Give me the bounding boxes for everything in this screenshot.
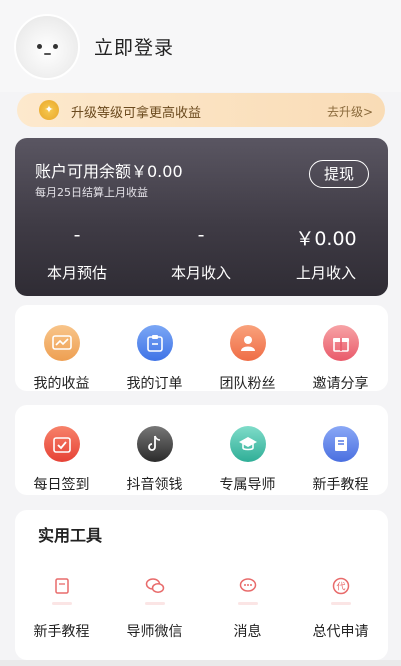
- tool-item-tutorial[interactable]: 新手教程: [15, 573, 108, 641]
- stat-label: 本月收入: [170, 264, 231, 282]
- book-outline-icon: [49, 573, 75, 605]
- tool-item-agent-apply[interactable]: 代 总代申请: [294, 573, 387, 641]
- tools-card: 实用工具 新手教程 导师微信 消息 代 总代申请: [15, 510, 388, 660]
- agent-badge-icon: 代: [328, 573, 354, 605]
- withdraw-button[interactable]: 提现: [309, 160, 369, 188]
- stat-label: 上月收入: [295, 264, 356, 282]
- stat-value: -: [73, 224, 81, 246]
- available-balance: 账户可用余额￥0.00: [35, 162, 183, 181]
- avatar-eye-right: [53, 44, 58, 49]
- gift-icon: [322, 325, 359, 361]
- stat-this-month-income[interactable]: - 本月收入: [139, 224, 263, 283]
- menu-item-label: 邀请分享: [312, 376, 369, 392]
- settlement-note: 每月25日结算上月收益: [35, 186, 148, 199]
- coin-icon: ✦: [39, 100, 59, 120]
- calendar-check-icon: [43, 426, 80, 462]
- menu-item-label: 团队粉丝: [219, 376, 276, 392]
- tool-item-messages[interactable]: 消息: [201, 573, 294, 641]
- balance-card: 账户可用余额￥0.00 每月25日结算上月收益 提现 - 本月预估 - 本月收入…: [15, 138, 388, 296]
- upgrade-text: 升级等级可拿更高收益: [71, 106, 202, 121]
- menu-item-douyin[interactable]: 抖音领钱: [108, 426, 201, 494]
- team-user-icon: [229, 325, 266, 361]
- stat-last-month-income[interactable]: ￥0.00 上月收入: [264, 224, 388, 283]
- menu-item-mentor[interactable]: 专属导师: [201, 426, 294, 494]
- menu-item-team[interactable]: 团队粉丝: [201, 325, 294, 393]
- menu-item-earnings[interactable]: 我的收益: [15, 325, 108, 393]
- stat-value: ￥0.00: [295, 228, 357, 250]
- header: 立即登录: [0, 0, 401, 92]
- menu-item-tutorial[interactable]: 新手教程: [294, 426, 387, 494]
- tool-label: 总代申请: [312, 624, 369, 640]
- stat-this-month-estimate[interactable]: - 本月预估: [15, 224, 139, 283]
- chat-bubble-icon: [235, 573, 261, 605]
- svg-text:代: 代: [336, 582, 345, 593]
- menu-item-label: 专属导师: [219, 477, 276, 493]
- upgrade-link[interactable]: 去升级>: [327, 103, 373, 120]
- bottom-nav-edge: [0, 660, 401, 666]
- avatar-eye-left: [37, 44, 42, 49]
- tool-label: 消息: [233, 624, 262, 640]
- menu-item-invite[interactable]: 邀请分享: [294, 325, 387, 393]
- menu-item-daily-checkin[interactable]: 每日签到: [15, 426, 108, 494]
- menu-item-orders[interactable]: 我的订单: [108, 325, 201, 393]
- book-icon: [322, 426, 359, 462]
- login-button[interactable]: 立即登录: [94, 33, 174, 60]
- order-clipboard-icon: [136, 325, 173, 361]
- menu-card-1: 我的收益 我的订单 团队粉丝 邀请分享: [15, 305, 388, 393]
- tools-title: 实用工具: [38, 526, 103, 545]
- ghost-avatar-icon[interactable]: [14, 14, 80, 80]
- tool-label: 导师微信: [126, 624, 183, 640]
- stat-label: 本月预估: [46, 264, 107, 282]
- menu-item-label: 抖音领钱: [126, 477, 183, 493]
- menu-item-label: 我的收益: [33, 376, 90, 392]
- menu-card-2: 每日签到 抖音领钱 专属导师 新手教程: [15, 405, 388, 495]
- wechat-icon: [142, 573, 168, 605]
- menu-item-label: 我的订单: [126, 376, 183, 392]
- avatar-mouth: [44, 53, 51, 55]
- tool-label: 新手教程: [33, 624, 90, 640]
- tool-item-mentor-wechat[interactable]: 导师微信: [108, 573, 201, 641]
- earnings-chart-icon: [43, 325, 80, 361]
- menu-item-label: 每日签到: [33, 477, 90, 493]
- upgrade-banner[interactable]: ✦ 升级等级可拿更高收益 去升级>: [17, 93, 385, 127]
- stat-value: -: [197, 224, 205, 246]
- tiktok-icon: [136, 426, 173, 462]
- mentor-cap-icon: [229, 426, 266, 462]
- menu-item-label: 新手教程: [312, 477, 369, 493]
